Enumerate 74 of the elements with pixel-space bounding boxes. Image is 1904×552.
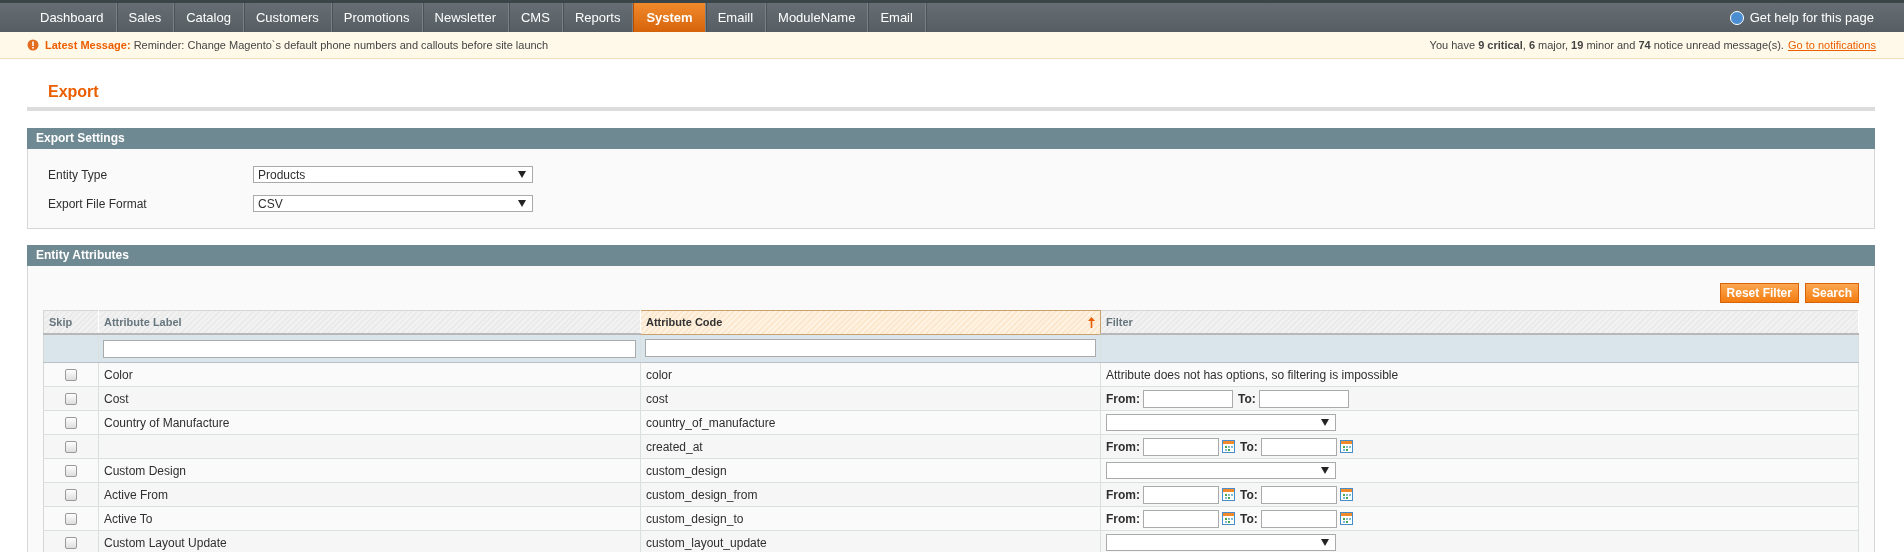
filter-input[interactable] xyxy=(645,339,1096,358)
table-cell: Cost xyxy=(104,391,129,406)
table-cell: custom_design_to xyxy=(646,511,744,526)
to-input[interactable] xyxy=(1260,485,1337,504)
from-input[interactable] xyxy=(1143,485,1219,504)
table-cell: country_of_manufacture xyxy=(646,415,776,430)
field-label: Entity Type xyxy=(48,167,109,182)
calendar-icon[interactable] xyxy=(1339,440,1353,453)
table-cell: cost xyxy=(646,391,668,406)
table-cell: color xyxy=(646,367,672,382)
checkbox[interactable] xyxy=(65,440,77,453)
checkbox[interactable] xyxy=(65,368,77,381)
table-cell: Custom Layout Update xyxy=(104,535,227,550)
checkbox[interactable] xyxy=(65,464,77,477)
filter-input[interactable] xyxy=(103,339,636,358)
filter-select[interactable] xyxy=(1106,462,1336,479)
table-cell: Active To xyxy=(104,511,153,526)
checkbox[interactable] xyxy=(65,512,77,525)
checkbox[interactable] xyxy=(65,536,77,549)
table-cell: Custom Design xyxy=(104,463,187,478)
to-label: To: xyxy=(1240,487,1258,502)
to-input[interactable] xyxy=(1260,509,1337,528)
filter-select[interactable] xyxy=(1106,414,1336,431)
calendar-icon[interactable] xyxy=(1222,512,1235,525)
dropdown-arrow-icon xyxy=(1321,419,1329,426)
select-field[interactable]: CSV xyxy=(253,195,533,212)
from-input[interactable] xyxy=(1143,437,1219,456)
to-label: To: xyxy=(1240,439,1258,454)
from-input[interactable] xyxy=(1143,389,1233,408)
from-label: From: xyxy=(1106,487,1140,502)
sort-arrow-icon xyxy=(1088,316,1095,328)
checkbox[interactable] xyxy=(65,416,77,429)
checkbox[interactable] xyxy=(65,392,77,405)
messages-summary: You have 9 critical, 6 major, 19 minor and 74 notice unread message(s). xyxy=(1429,39,1784,51)
dropdown-arrow-icon xyxy=(518,171,526,178)
select-field[interactable]: Products xyxy=(253,166,533,183)
section-header: Entity Attributes xyxy=(27,245,1875,266)
to-input[interactable] xyxy=(1260,437,1337,456)
from-label: From: xyxy=(1106,391,1140,406)
filter-message: Attribute does not has options, so filtering is impossible xyxy=(1106,367,1399,382)
table-cell: custom_design_from xyxy=(646,487,758,502)
page-title: Export xyxy=(47,82,100,102)
column-header[interactable]: Filter xyxy=(1100,310,1859,334)
nav-tab[interactable]: System xyxy=(633,3,706,32)
checkbox[interactable] xyxy=(65,488,77,501)
dropdown-arrow-icon xyxy=(1321,539,1329,546)
calendar-icon[interactable] xyxy=(1222,488,1235,501)
column-header[interactable]: Skip xyxy=(43,310,99,334)
notifications-link[interactable]: Go to notifications xyxy=(1787,39,1876,51)
latest-message: Latest Message: Reminder: Change Magento`s default phone numbers and callouts before site launch xyxy=(45,39,549,51)
dropdown-arrow-icon xyxy=(518,200,526,207)
column-header[interactable]: Attribute Label xyxy=(98,310,641,334)
calendar-icon[interactable] xyxy=(1339,488,1353,501)
to-label: To: xyxy=(1238,391,1256,406)
from-label: From: xyxy=(1106,439,1140,454)
calendar-icon[interactable] xyxy=(1222,440,1235,453)
from-input[interactable] xyxy=(1143,509,1219,528)
column-header[interactable]: Attribute Code xyxy=(640,310,1101,334)
table-cell: created_at xyxy=(646,439,703,454)
to-label: To: xyxy=(1240,511,1258,526)
table-cell: custom_design xyxy=(646,463,727,478)
filter-select[interactable] xyxy=(1106,534,1336,551)
table-cell: Country of Manufacture xyxy=(104,415,230,430)
section-header: Export Settings xyxy=(27,128,1875,149)
table-cell: custom_layout_update xyxy=(646,535,767,550)
field-label: Export File Format xyxy=(48,196,148,211)
table-cell: Active From xyxy=(104,487,168,502)
to-input[interactable] xyxy=(1258,389,1349,408)
from-label: From: xyxy=(1106,511,1140,526)
table-cell: Color xyxy=(104,367,133,382)
warning-icon xyxy=(27,39,39,51)
help-link[interactable]: Get help for this page xyxy=(1729,3,1904,32)
dropdown-arrow-icon xyxy=(1321,467,1329,474)
calendar-icon[interactable] xyxy=(1339,512,1353,525)
